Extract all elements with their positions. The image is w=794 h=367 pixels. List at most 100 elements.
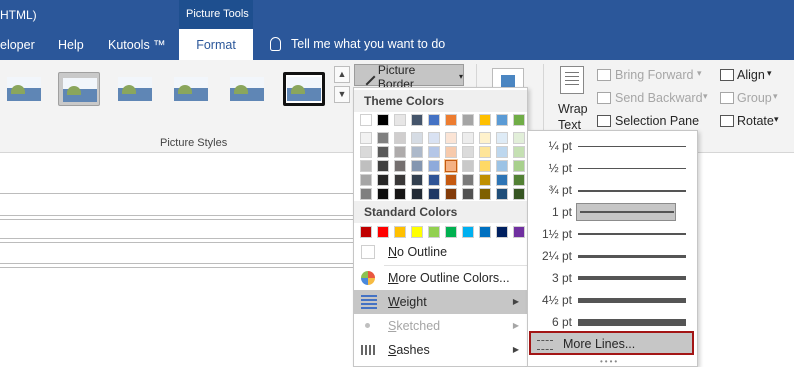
standard-color-swatch[interactable] [496,226,508,238]
theme-shade-swatch[interactable] [360,160,372,172]
theme-shade-swatch[interactable] [462,132,474,144]
theme-shade-swatch[interactable] [479,146,491,158]
theme-shade-swatch[interactable] [377,132,389,144]
theme-shade-swatch[interactable] [462,174,474,186]
theme-shade-swatch[interactable] [479,188,491,200]
theme-shade-swatch[interactable] [394,160,406,172]
wrap-text-label-1[interactable]: Wrap [558,102,588,116]
picture-style-5[interactable] [226,72,268,106]
theme-shade-swatch[interactable] [394,174,406,186]
theme-shade-swatch[interactable] [411,188,423,200]
theme-color-swatch[interactable] [360,114,372,126]
theme-color-swatch[interactable] [445,114,457,126]
theme-shade-swatch[interactable] [445,132,457,144]
standard-color-swatch[interactable] [428,226,440,238]
tell-me-box[interactable]: Tell me what you want to do [270,37,445,51]
theme-shade-swatch[interactable] [513,160,525,172]
theme-shade-swatch[interactable] [445,174,457,186]
standard-color-swatch[interactable] [411,226,423,238]
theme-shade-swatch[interactable] [360,174,372,186]
theme-shade-swatch[interactable] [496,160,508,172]
weight-option[interactable]: 4½ pt [528,289,697,311]
theme-shade-swatch[interactable] [377,174,389,186]
theme-shade-swatch[interactable] [496,146,508,158]
theme-shade-swatch[interactable] [428,188,440,200]
theme-shade-swatch[interactable] [462,160,474,172]
theme-shade-swatch[interactable] [428,132,440,144]
weight-option[interactable]: 3 pt [528,267,697,289]
weight-option[interactable]: ¼ pt [528,135,697,157]
theme-shade-swatch[interactable] [394,146,406,158]
weight-option[interactable]: ¾ pt [528,179,697,201]
weight-option[interactable]: 1 pt [528,201,697,223]
standard-color-swatch[interactable] [479,226,491,238]
selection-pane-button[interactable]: Selection Pane [615,114,699,128]
standard-color-swatch[interactable] [360,226,372,238]
standard-color-swatch[interactable] [377,226,389,238]
theme-shade-swatch[interactable] [411,146,423,158]
theme-shade-swatch[interactable] [513,132,525,144]
resize-grip-icon[interactable]: •••• [600,357,619,366]
standard-color-swatch[interactable] [462,226,474,238]
theme-color-swatch[interactable] [496,114,508,126]
picture-style-2[interactable] [58,72,100,106]
send-backward-button[interactable]: Send Backward [615,91,703,105]
theme-color-swatch[interactable] [462,114,474,126]
theme-shade-swatch[interactable] [513,188,525,200]
theme-shade-swatch[interactable] [462,146,474,158]
theme-shade-swatch[interactable] [428,160,440,172]
theme-color-swatch[interactable] [513,114,525,126]
tab-kutools[interactable]: Kutools ™ [108,29,168,60]
theme-shade-swatch[interactable] [377,146,389,158]
theme-shade-swatch[interactable] [445,146,457,158]
picture-border-button[interactable]: Picture Border ▾ [354,63,464,91]
rotate-button[interactable]: Rotate [737,114,774,128]
theme-shade-swatch[interactable] [496,132,508,144]
theme-shade-swatch[interactable] [428,146,440,158]
dashes-item[interactable]: Sashes ▶ [354,338,527,362]
theme-color-swatch[interactable] [394,114,406,126]
theme-shade-swatch[interactable] [411,132,423,144]
group-button[interactable]: Group [737,91,772,105]
theme-shade-swatch[interactable] [411,174,423,186]
theme-shade-swatch[interactable] [360,188,372,200]
theme-shade-swatch[interactable] [428,174,440,186]
weight-option[interactable]: 6 pt [528,311,697,333]
picture-style-4[interactable] [170,72,212,106]
theme-shade-swatch[interactable] [377,188,389,200]
weight-option[interactable]: 2¼ pt [528,245,697,267]
theme-shade-swatch[interactable] [496,188,508,200]
wrap-text-icon[interactable] [560,66,584,94]
weight-item[interactable]: Weight ▶ [354,290,527,314]
theme-shade-swatch[interactable] [479,174,491,186]
standard-color-swatch[interactable] [445,226,457,238]
more-lines-item[interactable]: More Lines... [529,331,694,355]
theme-shade-swatch[interactable] [479,160,491,172]
picture-style-3[interactable] [114,72,156,106]
picture-style-1[interactable] [3,72,45,106]
standard-color-swatch[interactable] [394,226,406,238]
weight-option[interactable]: 1½ pt [528,223,697,245]
theme-shade-swatch[interactable] [377,160,389,172]
standard-color-swatch[interactable] [513,226,525,238]
theme-shade-swatch[interactable] [445,160,457,172]
theme-color-swatch[interactable] [411,114,423,126]
theme-color-swatch[interactable] [428,114,440,126]
theme-color-swatch[interactable] [377,114,389,126]
sketched-item[interactable]: Sketched ▶ [354,314,527,338]
no-outline-item[interactable]: No Outline [354,240,527,264]
theme-shade-swatch[interactable] [513,146,525,158]
theme-shade-swatch[interactable] [394,188,406,200]
theme-shade-swatch[interactable] [445,188,457,200]
tab-format[interactable]: Format [179,29,253,60]
theme-color-swatch[interactable] [479,114,491,126]
gallery-up-icon[interactable]: ▲ [334,66,350,83]
align-button[interactable]: Align [737,68,765,82]
theme-shade-swatch[interactable] [479,132,491,144]
tab-developer[interactable]: eloper [0,29,40,60]
gallery-down-icon[interactable]: ▼ [334,86,350,103]
bring-forward-button[interactable]: Bring Forward [615,68,694,82]
theme-shade-swatch[interactable] [360,146,372,158]
picture-style-6[interactable] [283,72,325,106]
more-outline-colors-item[interactable]: More Outline Colors... [354,266,527,290]
